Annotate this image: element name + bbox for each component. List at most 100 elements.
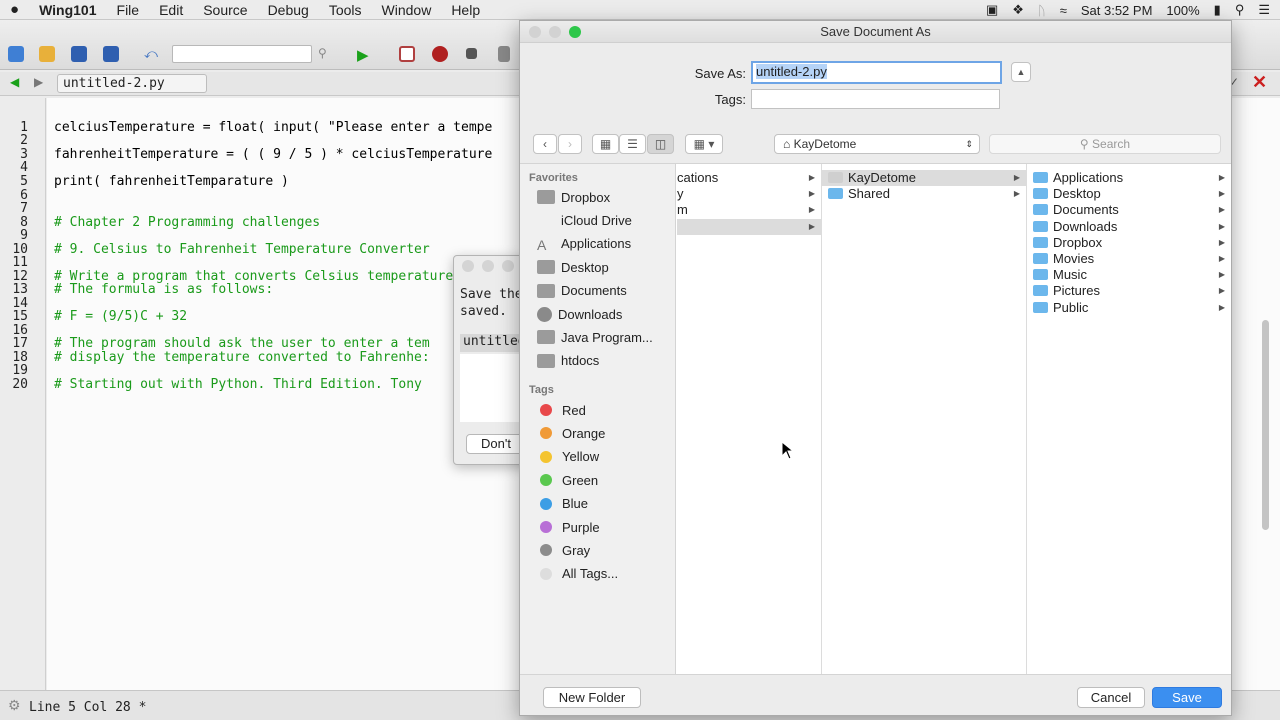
column-row[interactable]: Public ▶ <box>1027 300 1231 316</box>
code-line[interactable]: fahrenheitTemperature = ( ( 9 / 5 ) * ce… <box>54 148 492 161</box>
column-row[interactable]: Music ▶ <box>1027 267 1231 283</box>
code-line[interactable]: # display the temperature converted to F… <box>54 351 430 364</box>
tag-gray[interactable]: Gray <box>537 540 673 560</box>
row-label: Shared <box>848 186 890 202</box>
menu-help[interactable]: Help <box>441 2 490 18</box>
app-menu[interactable]: Wing101 <box>29 2 106 18</box>
wifi-icon[interactable]: ≈ <box>1060 3 1067 18</box>
menu-tools[interactable]: Tools <box>319 2 372 18</box>
sidebar-item-documents[interactable]: Documents <box>537 281 673 301</box>
column-row[interactable]: m ▶ <box>677 202 821 218</box>
tags-input[interactable] <box>751 89 1000 109</box>
cancel-button[interactable]: Cancel <box>1077 687 1145 708</box>
save-button[interactable]: Save <box>1152 687 1222 708</box>
collapse-button[interactable]: ▲ <box>1011 62 1031 82</box>
back-button[interactable]: ‹ <box>533 134 557 154</box>
column-row[interactable]: Desktop ▶ <box>1027 186 1231 202</box>
column-row[interactable]: cations ▶ <box>677 170 821 186</box>
column-row[interactable]: KayDetome ▶ <box>822 170 1026 186</box>
tag-label: Purple <box>562 519 600 535</box>
debug-bug-icon[interactable] <box>432 46 448 62</box>
clock[interactable]: Sat 3:52 PM <box>1081 3 1153 18</box>
new-folder-button[interactable]: New Folder <box>543 687 641 708</box>
icon-view-button[interactable]: ▦ <box>592 134 619 154</box>
battery-percent[interactable]: 100% <box>1166 3 1199 18</box>
column-row[interactable]: ▶ <box>677 218 821 235</box>
editor-scrollbar[interactable] <box>1262 320 1269 530</box>
tag-yellow[interactable]: Yellow <box>537 447 673 467</box>
more-icon[interactable] <box>498 46 510 62</box>
battery-icon[interactable]: ▮ <box>1214 2 1221 18</box>
menu-file[interactable]: File <box>107 2 150 18</box>
menu-edit[interactable]: Edit <box>149 2 193 18</box>
column-row[interactable]: Documents ▶ <box>1027 202 1231 218</box>
screen-record-icon[interactable]: ▣ <box>986 2 998 18</box>
dropbox-icon[interactable]: ❖ <box>1012 2 1024 18</box>
column-row[interactable]: y ▶ <box>677 186 821 202</box>
forward-button[interactable]: › <box>558 134 582 154</box>
status-gear-icon[interactable]: ⚙ <box>8 697 21 714</box>
menu-debug[interactable]: Debug <box>258 2 319 18</box>
run-icon[interactable]: ▶ <box>357 46 373 64</box>
tag-purple[interactable]: Purple <box>537 517 673 537</box>
sidebar-item-htdocs[interactable]: htdocs <box>537 351 673 371</box>
column-row[interactable]: Movies ▶ <box>1027 251 1231 267</box>
apple-icon[interactable]: ● <box>0 1 29 18</box>
back-arrow-icon[interactable]: ◀ <box>10 75 19 89</box>
arrange-button[interactable]: ▦ ▾ <box>685 134 723 154</box>
close-tab-icon[interactable]: ✕ <box>1252 72 1267 93</box>
save-min-light-icon[interactable] <box>549 26 561 38</box>
menu-window[interactable]: Window <box>372 2 442 18</box>
code-line[interactable]: # F = (9/5)C + 32 <box>54 310 187 323</box>
code-line[interactable]: # The program should ask the user to ent… <box>54 337 430 350</box>
bluetooth-icon[interactable]: ᚢ <box>1038 3 1046 18</box>
open-folder-icon[interactable] <box>39 46 55 62</box>
code-line[interactable]: print( fahrenheitTemparature ) <box>54 175 289 188</box>
new-file-icon[interactable] <box>8 46 24 62</box>
list-view-button[interactable]: ☰ <box>619 134 646 154</box>
sidebar-item-dropbox[interactable]: Dropbox <box>537 187 673 207</box>
dialog-close-light-icon[interactable] <box>462 260 474 272</box>
save-close-light-icon[interactable] <box>529 26 541 38</box>
step-icon[interactable] <box>399 46 415 62</box>
code-line[interactable]: # Chapter 2 Programming challenges <box>54 216 320 229</box>
sidebar-item-applications[interactable]: A Applications <box>537 234 673 254</box>
code-line[interactable]: # The formula is as follows: <box>54 283 273 296</box>
forward-arrow-icon[interactable]: ▶ <box>34 75 43 89</box>
tag-red[interactable]: Red <box>537 400 673 420</box>
code-line[interactable]: # 9. Celsius to Fahrenheit Temperature C… <box>54 243 430 256</box>
save-zoom-light-icon[interactable] <box>569 26 581 38</box>
toolbar-search-input[interactable] <box>172 45 312 63</box>
location-popup[interactable]: ⌂ KayDetome ⇕ <box>774 134 980 154</box>
column-view-button[interactable]: ◫ <box>647 134 674 154</box>
column-row[interactable]: Dropbox ▶ <box>1027 235 1231 251</box>
menu-source[interactable]: Source <box>193 2 257 18</box>
dialog-min-light-icon[interactable] <box>482 260 494 272</box>
search-field[interactable]: ⚲ Search <box>989 134 1221 154</box>
column-row[interactable]: Applications ▶ <box>1027 170 1231 186</box>
dialog-zoom-light-icon[interactable] <box>502 260 514 272</box>
column-row[interactable]: Downloads ▶ <box>1027 219 1231 235</box>
sidebar-item-desktop[interactable]: Desktop <box>537 257 673 277</box>
folder-icon <box>1033 188 1048 200</box>
goto-icon[interactable]: ⤺ <box>144 46 160 62</box>
save-all-icon[interactable] <box>103 46 119 62</box>
tag-green[interactable]: Green <box>537 470 673 490</box>
stop-icon[interactable] <box>466 48 477 59</box>
tab-untitled-2[interactable]: untitled-2.py <box>57 74 207 93</box>
column-row[interactable]: Shared ▶ <box>822 186 1026 202</box>
tag-orange[interactable]: Orange <box>537 423 673 443</box>
tag-blue[interactable]: Blue <box>537 494 673 514</box>
save-as-input[interactable]: untitled-2.py <box>751 61 1002 84</box>
code-line[interactable]: # Starting out with Python. Third Editio… <box>54 378 422 391</box>
code-line[interactable]: celciusTemperature = float( input( "Plea… <box>54 121 492 134</box>
sidebar-item-icloud-drive[interactable]: iCloud Drive <box>537 210 673 230</box>
spotlight-icon[interactable]: ⚲ <box>1235 2 1245 18</box>
save-icon[interactable] <box>71 46 87 62</box>
sidebar-item-downloads[interactable]: Downloads <box>537 304 673 324</box>
column-row[interactable]: Pictures ▶ <box>1027 283 1231 299</box>
search-icon[interactable]: ⚲ <box>318 46 334 62</box>
sidebar-item-java-program[interactable]: Java Program... <box>537 327 673 347</box>
notification-icon[interactable]: ☰ <box>1258 2 1270 18</box>
tag-all-tags[interactable]: All Tags... <box>537 564 673 584</box>
